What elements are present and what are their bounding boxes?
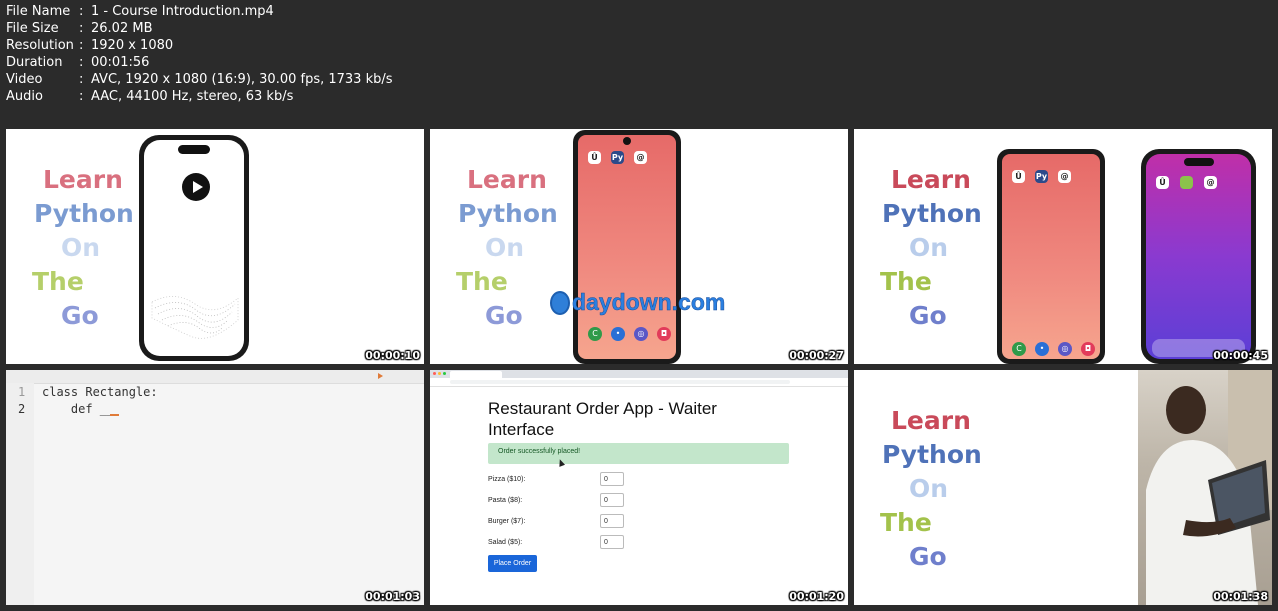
browser-tabbar bbox=[430, 370, 848, 378]
item-label: Burger ($7): bbox=[488, 518, 526, 525]
pydroid-icon[interactable]: Py bbox=[1035, 170, 1048, 183]
timestamp: 00:01:03 bbox=[365, 590, 420, 603]
line-gutter bbox=[6, 383, 34, 605]
code-line[interactable]: class Rectangle: bbox=[42, 385, 158, 399]
item-label: Salad ($5): bbox=[488, 539, 523, 546]
code-line[interactable]: def __ bbox=[42, 402, 114, 416]
timestamp: 00:00:10 bbox=[365, 349, 420, 362]
android-phone-mockup: Û Py @ C • ◎ ◘ bbox=[997, 149, 1105, 364]
info-value: 00:01:56 bbox=[91, 55, 150, 70]
watermark: daydown.com bbox=[550, 289, 726, 316]
burger-quantity-input[interactable]: 0 bbox=[600, 514, 624, 528]
promo-text: Learn Python On The Go bbox=[456, 165, 558, 330]
timestamp: 00:00:27 bbox=[789, 349, 844, 362]
browser-icon[interactable]: ◎ bbox=[634, 327, 648, 341]
editor-toolbar bbox=[6, 370, 424, 384]
udemy-icon[interactable]: Û bbox=[1156, 176, 1169, 189]
info-value: AVC, 1920 x 1080 (16:9), 30.00 fps, 1733… bbox=[91, 72, 393, 87]
info-value: 1 - Course Introduction.mp4 bbox=[91, 4, 274, 19]
thumbnail-4[interactable]: 1 2 class Rectangle: def __ 00:01:03 bbox=[6, 370, 424, 605]
udemy-icon[interactable]: Û bbox=[1012, 170, 1025, 183]
promo-text: Learn Python On The Go bbox=[880, 406, 982, 571]
threads-icon[interactable]: @ bbox=[1058, 170, 1071, 183]
salad-quantity-input[interactable]: 0 bbox=[600, 535, 624, 549]
messages-icon[interactable]: • bbox=[1035, 342, 1049, 356]
promo-text: Learn Python On The Go bbox=[880, 165, 982, 330]
info-row-resolution: Resolution:1920 x 1080 bbox=[6, 38, 174, 53]
messages-icon[interactable]: • bbox=[611, 327, 625, 341]
run-icon[interactable] bbox=[378, 373, 383, 379]
watermark-logo-icon bbox=[550, 290, 570, 315]
dot-wave-graphic bbox=[150, 290, 240, 345]
play-icon[interactable] bbox=[182, 173, 210, 201]
line-number: 2 bbox=[18, 402, 26, 416]
info-value: 1920 x 1080 bbox=[91, 38, 174, 53]
timestamp: 00:01:20 bbox=[789, 590, 844, 603]
browser-icon[interactable]: ◎ bbox=[1058, 342, 1072, 356]
pythonista-icon[interactable] bbox=[1180, 176, 1193, 189]
threads-icon[interactable]: @ bbox=[1204, 176, 1217, 189]
success-alert: Order successfully placed! bbox=[488, 443, 789, 464]
address-bar[interactable] bbox=[430, 378, 848, 387]
pydroid-icon[interactable]: Py bbox=[611, 151, 624, 164]
promo-text: Learn Python On The Go bbox=[32, 165, 134, 330]
pizza-quantity-input[interactable]: 0 bbox=[600, 472, 624, 486]
person-with-laptop-photo bbox=[1138, 370, 1272, 605]
browser-tab[interactable] bbox=[450, 371, 502, 378]
phone-icon[interactable]: C bbox=[588, 327, 602, 341]
camera-icon[interactable]: ◘ bbox=[1081, 342, 1095, 356]
iphone-mockup: Û @ bbox=[1141, 149, 1256, 364]
thumbnail-2[interactable]: Learn Python On The Go Û Py @ C • ◎ ◘ da… bbox=[430, 129, 848, 364]
info-row-video: Video: AVC, 1920 x 1080 (16:9), 30.00 fps… bbox=[6, 72, 393, 87]
thumbnail-6[interactable]: Learn Python On The Go 00:01:38 bbox=[854, 370, 1272, 605]
timestamp: 00:00:45 bbox=[1213, 349, 1268, 362]
threads-icon[interactable]: @ bbox=[634, 151, 647, 164]
place-order-button[interactable]: Place Order bbox=[488, 555, 537, 572]
thumbnail-3[interactable]: Learn Python On The Go Û Py @ C • ◎ ◘ Û … bbox=[854, 129, 1272, 364]
udemy-icon[interactable]: Û bbox=[588, 151, 601, 164]
info-row-duration: Duration:00:01:56 bbox=[6, 55, 150, 70]
item-label: Pizza ($10): bbox=[488, 476, 526, 483]
info-value: 26.02 MB bbox=[91, 21, 153, 36]
thumbnail-5[interactable]: Restaurant Order App - Waiter Interface … bbox=[430, 370, 848, 605]
thumbnail-1[interactable]: Learn Python On The Go 00:00:10 bbox=[6, 129, 424, 364]
info-row-filesize: File Size:26.02 MB bbox=[6, 21, 153, 36]
line-number: 1 bbox=[18, 385, 26, 399]
pasta-quantity-input[interactable]: 0 bbox=[600, 493, 624, 507]
item-label: Pasta ($8): bbox=[488, 497, 523, 504]
timestamp: 00:01:38 bbox=[1213, 590, 1268, 603]
android-phone-mockup: Û Py @ C • ◎ ◘ bbox=[573, 130, 681, 364]
info-row-audio: Audio: AAC, 44100 Hz, stereo, 63 kb/s bbox=[6, 89, 294, 104]
text-cursor bbox=[110, 414, 119, 416]
phone-mockup bbox=[139, 135, 249, 361]
phone-icon[interactable]: C bbox=[1012, 342, 1026, 356]
app-title: Restaurant Order App - Waiter Interface bbox=[488, 399, 717, 439]
file-info: File Name:1 - Course Introduction.mp4 Fi… bbox=[6, 3, 393, 105]
info-value: AAC, 44100 Hz, stereo, 63 kb/s bbox=[91, 89, 294, 104]
info-row-filename: File Name:1 - Course Introduction.mp4 bbox=[6, 4, 274, 19]
camera-icon[interactable]: ◘ bbox=[657, 327, 671, 341]
